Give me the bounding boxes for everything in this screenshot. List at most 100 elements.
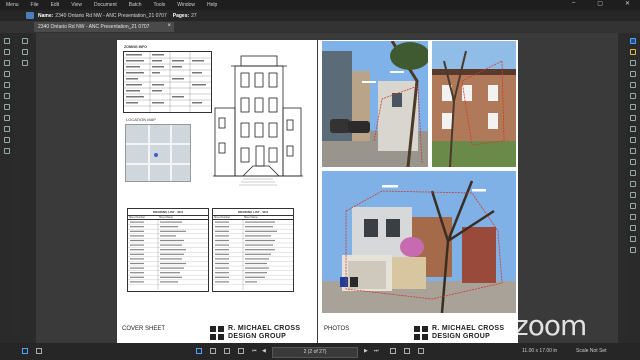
- zoom-icon[interactable]: [238, 348, 244, 354]
- map-road: [170, 125, 172, 181]
- menu-item[interactable]: View: [65, 2, 88, 8]
- select-text-icon[interactable]: [210, 348, 216, 354]
- map-road: [126, 163, 190, 165]
- highlighter-icon[interactable]: [630, 49, 636, 55]
- bookmark-icon[interactable]: [4, 49, 10, 55]
- zoning-info-title: ZONING INFO: [124, 45, 147, 49]
- markup-list-icon[interactable]: [4, 82, 10, 88]
- measure-area-icon[interactable]: [630, 214, 636, 220]
- drawing-list-table: DRAWING LIST - SD1 Sheet Number Sheet Na…: [127, 208, 209, 292]
- company-logo: R. MICHAEL CROSS DESIGN GROUP: [210, 325, 300, 341]
- drawing-list-title: DRAWING LIST - SD1: [213, 209, 293, 216]
- signature-icon[interactable]: [4, 126, 10, 132]
- right-markup-toolbar: [626, 33, 640, 343]
- document-info-bar: Name: 2340 Ontario Rd NW - ANC Presentat…: [0, 10, 640, 21]
- layers-icon[interactable]: [4, 60, 10, 66]
- left-panel-toolbar: [0, 33, 14, 343]
- select-icon[interactable]: [630, 38, 636, 44]
- measure-icon[interactable]: [4, 104, 10, 110]
- stamps-icon[interactable]: [22, 60, 28, 66]
- search-icon[interactable]: [4, 93, 10, 99]
- menu-item[interactable]: Help: [201, 2, 223, 8]
- single-page-icon[interactable]: [22, 348, 28, 354]
- link-icon[interactable]: [4, 137, 10, 143]
- name-label: Name:: [38, 12, 54, 19]
- rowhouse-photo: [432, 41, 516, 167]
- text-icon[interactable]: [630, 71, 636, 77]
- pen-icon[interactable]: [630, 60, 636, 66]
- snapshot-icon[interactable]: [630, 236, 636, 242]
- maximize-icon[interactable]: ▢: [591, 0, 609, 7]
- zoning-info-table: [123, 51, 212, 113]
- close-icon[interactable]: ✕: [619, 0, 636, 7]
- gear-icon[interactable]: [4, 148, 10, 154]
- drawing-list-table: DRAWING LIST - SD1 Sheet Number Sheet Na…: [212, 208, 294, 292]
- rectangle-icon[interactable]: [630, 181, 636, 187]
- drawing-list-title: DRAWING LIST - SD1: [128, 209, 208, 216]
- pan-icon[interactable]: [196, 348, 202, 354]
- location-map-title: LOCATION MAP: [126, 117, 156, 122]
- menu-item[interactable]: File: [25, 2, 45, 8]
- drawing-list-rows: [213, 220, 293, 290]
- alley-photo: [322, 41, 428, 167]
- logo-line1: R. MICHAEL CROSS: [432, 325, 505, 332]
- file-access-icon[interactable]: [22, 49, 28, 55]
- rear-garage-photo: [322, 171, 516, 313]
- tab-title: 2340 Ontario Rd NW - ANC Presentation_21…: [38, 24, 150, 30]
- zoom-watermark: zoom: [514, 309, 587, 342]
- line-icon[interactable]: [630, 137, 636, 143]
- name-value: 2340 Ontario Rd NW - ANC Presentation_21…: [55, 12, 167, 19]
- column-header-sheet-number: Sheet Number: [214, 216, 231, 219]
- page-number-input[interactable]: 2 (2 of 27): [272, 347, 358, 358]
- tab-bar: 2340 Ontario Rd NW - ANC Presentation_21…: [0, 21, 640, 33]
- note-icon[interactable]: [630, 104, 636, 110]
- drawing-list-rows: [128, 220, 208, 290]
- logo-mark-icon: [414, 326, 428, 340]
- compare-icon[interactable]: [4, 115, 10, 121]
- left-tool-strip: [18, 33, 32, 343]
- stamp-icon[interactable]: [630, 115, 636, 121]
- next-page-icon[interactable]: ▶: [364, 348, 368, 354]
- document-tab[interactable]: 2340 Ontario Rd NW - ANC Presentation_21…: [34, 22, 174, 32]
- hyperlink-icon[interactable]: [630, 247, 636, 253]
- polyline-icon[interactable]: [630, 159, 636, 165]
- menu-item[interactable]: Document: [88, 2, 123, 8]
- cloud-icon[interactable]: [630, 93, 636, 99]
- callout-icon[interactable]: [630, 82, 636, 88]
- menu-item[interactable]: Window: [171, 2, 201, 8]
- menu-item[interactable]: Menu: [0, 2, 25, 8]
- forward-icon[interactable]: [404, 348, 410, 354]
- continuous-icon[interactable]: [36, 348, 42, 354]
- pages-value: 27: [191, 12, 197, 19]
- scale-status[interactable]: Scale Not Set: [576, 348, 607, 354]
- menu-item[interactable]: Batch: [123, 2, 148, 8]
- logo-mark-icon: [210, 326, 224, 340]
- thumbnails-icon[interactable]: [22, 38, 28, 44]
- company-logo: R. MICHAEL CROSS DESIGN GROUP: [414, 325, 504, 341]
- first-page-icon[interactable]: ⏮: [252, 348, 257, 354]
- cover-sheet-label: COVER SHEET: [122, 326, 166, 332]
- last-page-icon[interactable]: ⏭: [374, 348, 379, 354]
- document-icon: [26, 12, 34, 19]
- map-road: [126, 143, 190, 145]
- properties-icon[interactable]: [4, 71, 10, 77]
- previous-page-icon[interactable]: ◀: [262, 348, 266, 354]
- map-road: [148, 125, 150, 181]
- menu-item[interactable]: Edit: [45, 2, 66, 8]
- ellipse-icon[interactable]: [630, 192, 636, 198]
- minimize-icon[interactable]: –: [566, 0, 581, 7]
- logo-line2: DESIGN GROUP: [432, 333, 491, 340]
- polygon-icon[interactable]: [630, 203, 636, 209]
- image-icon[interactable]: [630, 225, 636, 231]
- menu-item[interactable]: Tools: [148, 2, 172, 8]
- tab-close-icon[interactable]: ×: [167, 23, 171, 29]
- snapshot-icon[interactable]: [224, 348, 230, 354]
- photos-label: PHOTOS: [324, 326, 350, 332]
- back-icon[interactable]: [390, 348, 396, 354]
- panel-icon[interactable]: [4, 38, 10, 44]
- column-header-sheet-number: Sheet Number: [129, 216, 146, 219]
- arrow-icon[interactable]: [630, 148, 636, 154]
- eraser-icon[interactable]: [630, 126, 636, 132]
- sync-icon[interactable]: [418, 348, 424, 354]
- arc-icon[interactable]: [630, 170, 636, 176]
